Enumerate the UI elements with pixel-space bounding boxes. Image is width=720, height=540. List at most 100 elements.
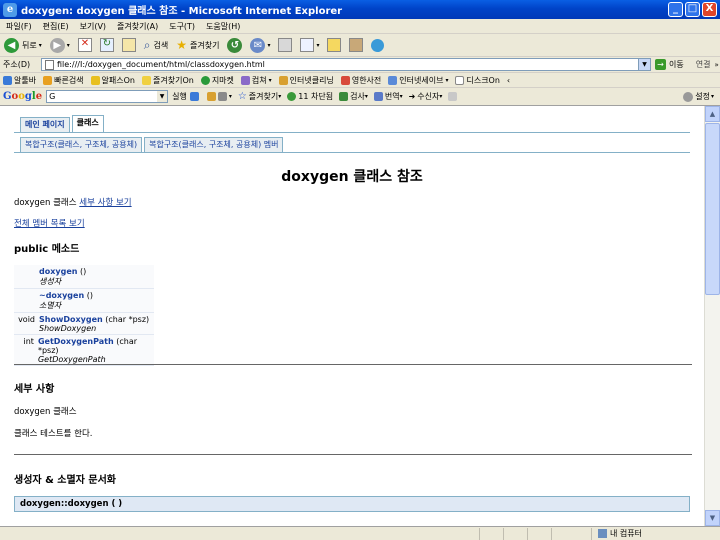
scroll-down-button[interactable]: ▼ bbox=[705, 510, 720, 526]
back-button[interactable]: ◀ 뒤로 ▾ bbox=[4, 37, 42, 53]
refresh-button[interactable]: ↻ bbox=[99, 38, 114, 52]
menu-help[interactable]: 도움말(H) bbox=[206, 21, 240, 32]
close-button[interactable]: X bbox=[702, 2, 717, 17]
menu-file[interactable]: 파일(F) bbox=[6, 21, 32, 32]
research-button[interactable] bbox=[349, 38, 364, 52]
forward-arrow-icon: ▶ bbox=[49, 37, 65, 53]
link-favorites-on[interactable]: 즐겨찾기On bbox=[142, 75, 194, 86]
all-members-link[interactable]: 전체 멤버 목록 보기 bbox=[14, 219, 85, 229]
stop-icon: ✕ bbox=[77, 38, 92, 52]
table-row: int GetDoxygenPath (char *psz) GetDoxygen… bbox=[14, 335, 154, 366]
link-dictionary[interactable]: 영한사전 bbox=[340, 75, 381, 86]
link-alpass[interactable]: 알패스On bbox=[90, 75, 135, 86]
tab-main-page[interactable]: 메인 페이지 bbox=[20, 117, 70, 132]
address-url: file:///I:/doxygen_document/html/classdo… bbox=[57, 60, 265, 69]
forward-button[interactable]: ▶ ▾ bbox=[49, 37, 70, 53]
back-arrow-icon: ◀ bbox=[4, 37, 19, 53]
tab-compound-members[interactable]: 복합구조(클래스, 구조체, 공용체) 멤버 bbox=[144, 137, 284, 152]
google-bookmarks-button[interactable]: ☆ 즐겨찾기 ▾ bbox=[238, 91, 281, 102]
star-icon: ☆ bbox=[237, 91, 247, 102]
scroll-thumb[interactable] bbox=[705, 123, 720, 295]
mail-icon: ✉ bbox=[250, 37, 266, 53]
vertical-scrollbar[interactable]: ▲ ▼ bbox=[704, 106, 720, 526]
details-text-1: doxygen 클래스 bbox=[14, 407, 77, 417]
google-check-button[interactable]: 검사 ▾ bbox=[339, 91, 368, 102]
google-run-button[interactable]: 실행 bbox=[172, 91, 201, 102]
run-icon bbox=[189, 92, 199, 101]
google-search-input[interactable]: G ▼ bbox=[46, 90, 169, 103]
google-toolbar: Google G ▼ 실행 ▾ ☆ 즐겨찾기 ▾ 11 차단됨 검사 ▾ 번역 ▾ ➜ 수… bbox=[0, 88, 720, 106]
address-input[interactable]: file:///I:/doxygen_document/html/classdo… bbox=[41, 58, 651, 71]
search-icon: ⌕ bbox=[143, 37, 151, 52]
ctor-heading: 생성자 & 소멸자 문서화 bbox=[14, 475, 116, 486]
details-heading: 세부 사항 bbox=[14, 384, 55, 395]
link-disk-on[interactable]: 디스크On bbox=[455, 75, 500, 86]
google-send-button[interactable]: ➜ 수신자 ▾ bbox=[409, 91, 443, 102]
links-label[interactable]: 연결 bbox=[696, 59, 711, 70]
history-button[interactable]: ↺ bbox=[227, 37, 243, 53]
google-pencil-button[interactable] bbox=[448, 92, 459, 101]
scroll-up-button[interactable]: ▲ bbox=[705, 106, 720, 122]
settings-icon bbox=[683, 91, 694, 102]
link-quick-search[interactable]: 빠른검색 bbox=[43, 75, 84, 86]
star-icon bbox=[142, 75, 151, 85]
links-expand-icon[interactable]: » bbox=[714, 61, 718, 69]
stop-button[interactable]: ✕ bbox=[77, 38, 92, 52]
search-dropdown-icon[interactable]: ▼ bbox=[157, 91, 168, 102]
capture-icon bbox=[240, 75, 250, 85]
table-row: void ShowDoxygen (char *psz) ShowDoxygen bbox=[14, 313, 154, 335]
window-title: doxygen: doxygen 클래스 참조 - Microsoft Inte… bbox=[21, 6, 343, 17]
messenger-button[interactable] bbox=[371, 38, 385, 52]
link-altoolbar[interactable]: 알툴바 bbox=[3, 75, 36, 86]
menu-tools[interactable]: 도구(T) bbox=[169, 21, 195, 32]
link-capture[interactable]: 컴쳐 ▾ bbox=[240, 75, 272, 86]
address-dropdown-icon[interactable]: ▼ bbox=[638, 59, 650, 70]
link-internet-save[interactable]: 인터넷세이브 ▾ bbox=[388, 75, 448, 86]
status-pane bbox=[480, 527, 504, 540]
print-button[interactable] bbox=[278, 38, 293, 52]
google-extra-button[interactable]: ▾ bbox=[206, 92, 232, 101]
google-settings-button[interactable]: 설정 ▾ bbox=[683, 91, 714, 102]
maximize-button[interactable]: □ bbox=[685, 2, 700, 17]
link-internet-cleaning[interactable]: 인터넷클리닝 bbox=[278, 75, 334, 86]
edit-button[interactable]: ▾ bbox=[300, 38, 319, 52]
member-link[interactable]: GetDoxygenPath bbox=[38, 337, 114, 346]
member-link[interactable]: ShowDoxygen bbox=[39, 315, 103, 324]
mail-button[interactable]: ✉ ▾ bbox=[250, 37, 270, 53]
chevron-down-icon: ▾ bbox=[268, 76, 272, 84]
divider bbox=[14, 364, 692, 365]
google-logo: Google bbox=[3, 91, 43, 102]
send-arrow-icon: ➜ bbox=[408, 92, 416, 101]
tab-classes[interactable]: 클래스 bbox=[71, 115, 104, 132]
favorites-button[interactable]: ★ 즐겨찾기 bbox=[176, 38, 219, 52]
address-label: 주소(D) bbox=[3, 60, 31, 69]
member-link[interactable]: doxygen bbox=[39, 267, 77, 276]
tab-compound-list[interactable]: 복합구조(클래스, 구조체, 공용체) bbox=[20, 137, 143, 152]
minimize-button[interactable]: _ bbox=[668, 2, 683, 17]
home-button[interactable] bbox=[121, 38, 136, 52]
go-button[interactable]: → 이동 bbox=[655, 59, 684, 70]
check-icon bbox=[339, 92, 349, 101]
search-button[interactable]: ⌕ 검색 bbox=[144, 38, 168, 53]
folder-button[interactable] bbox=[327, 38, 342, 52]
table-row: doxygen () 생성자 bbox=[14, 265, 154, 289]
security-zone: 내 컴퓨터 bbox=[598, 528, 642, 539]
links-scroll-left[interactable]: ‹ bbox=[507, 76, 510, 85]
page-icon bbox=[45, 59, 54, 70]
computer-icon bbox=[598, 529, 607, 538]
google-translate-button[interactable]: 번역 ▾ bbox=[373, 91, 403, 102]
chevron-down-icon: ▾ bbox=[445, 76, 449, 84]
menu-edit[interactable]: 편집(E) bbox=[43, 21, 69, 32]
table-row: ~doxygen () 소멸자 bbox=[14, 289, 154, 313]
detail-link[interactable]: 세부 사항 보기 bbox=[79, 198, 131, 208]
menu-favorites[interactable]: 즐겨찾기(A) bbox=[117, 21, 158, 32]
google-popup-blocked[interactable]: 11 차단됨 bbox=[287, 91, 333, 102]
member-brief: 소멸자 bbox=[39, 301, 62, 310]
member-link[interactable]: ~doxygen bbox=[39, 291, 84, 300]
menu-view[interactable]: 보기(V) bbox=[80, 21, 106, 32]
link-gmarket[interactable]: 지마켓 bbox=[200, 75, 234, 86]
save-icon bbox=[388, 75, 398, 85]
news-icon bbox=[206, 92, 216, 101]
window-controls: _ □ X bbox=[668, 2, 717, 17]
chevron-down-icon: ▾ bbox=[710, 93, 714, 100]
